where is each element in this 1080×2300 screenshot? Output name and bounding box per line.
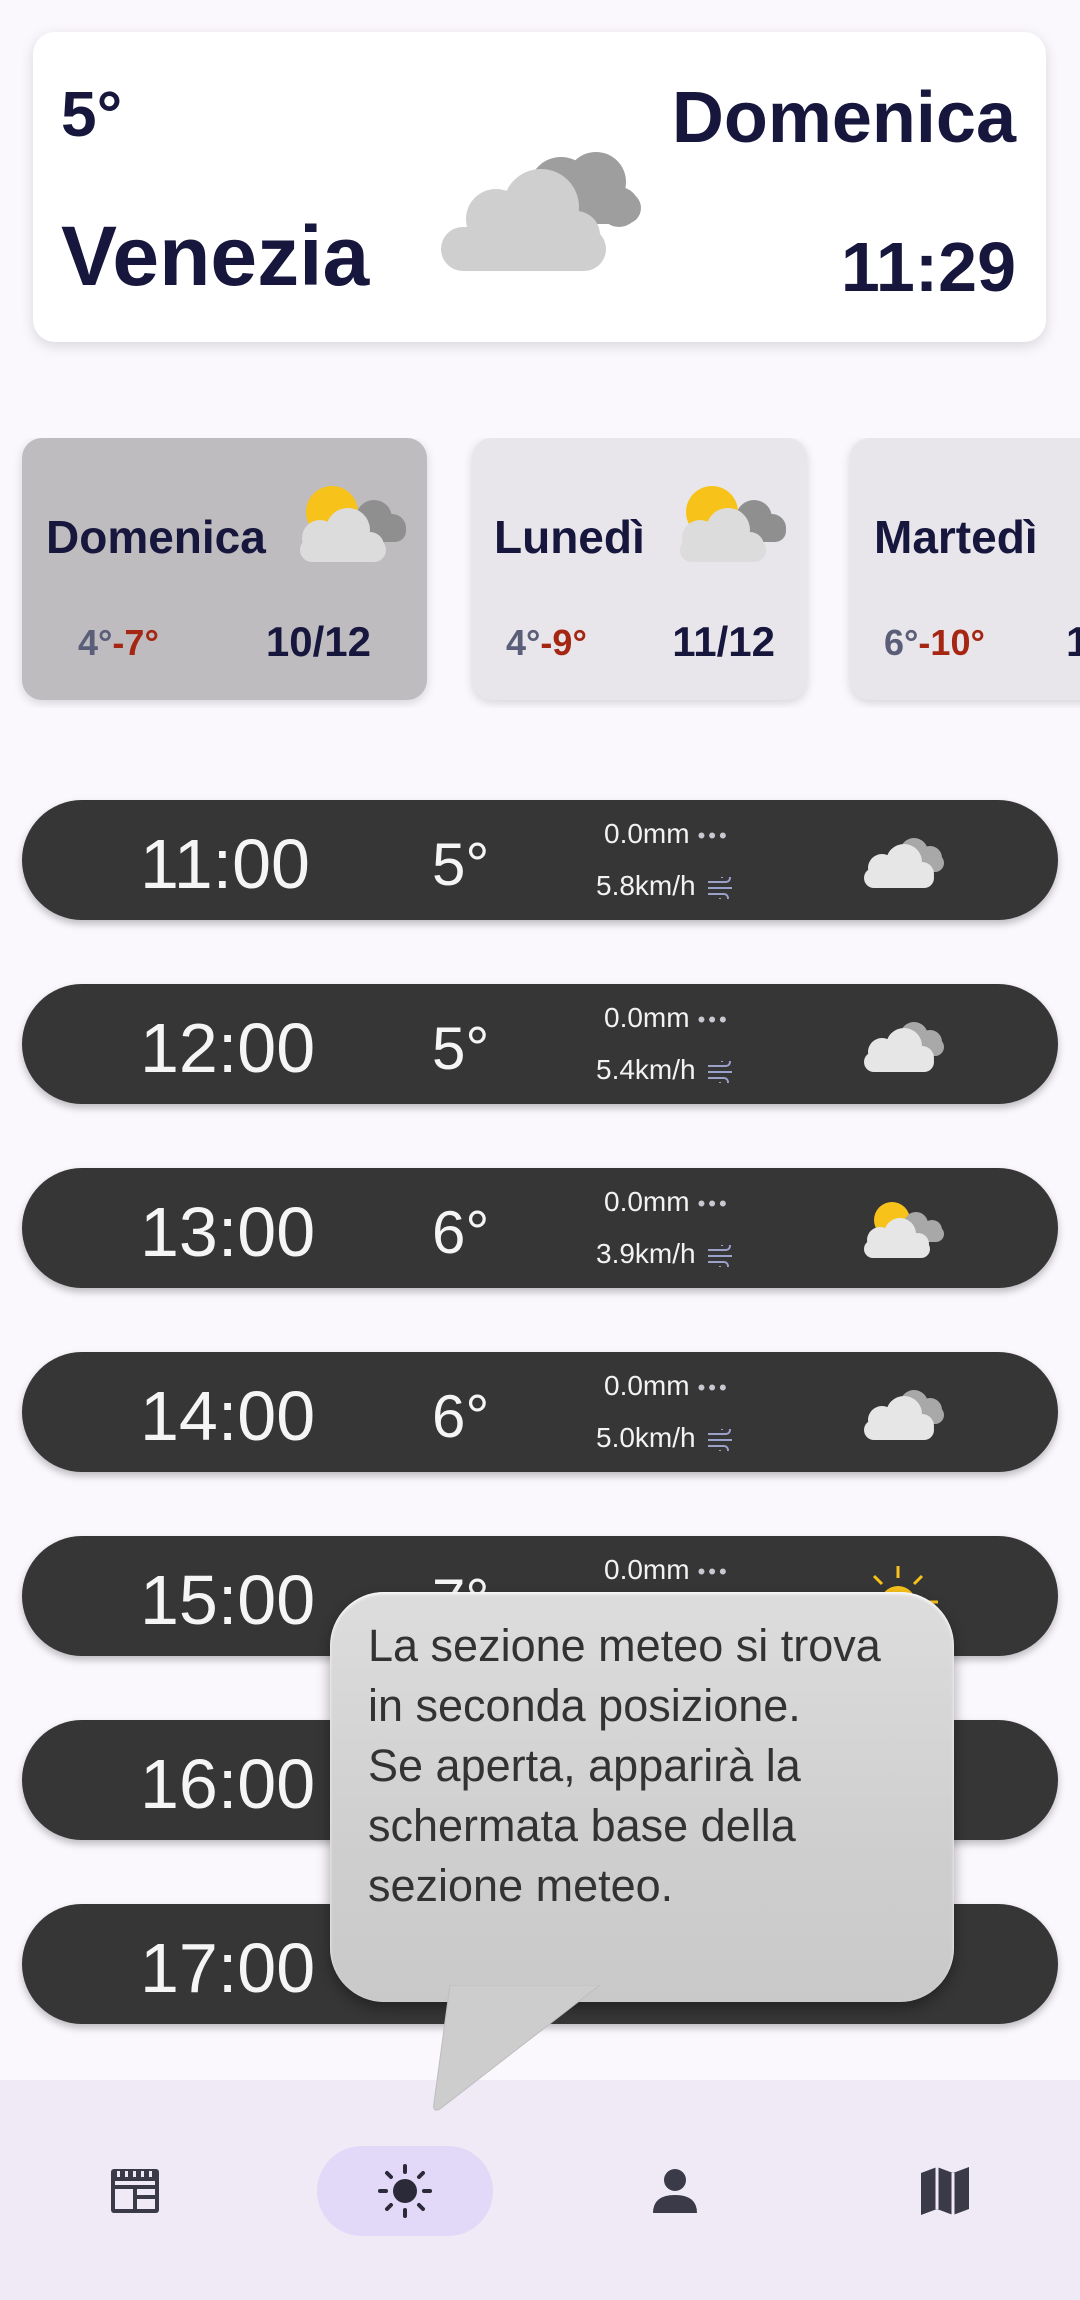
precipitation-value: 0.0mm xyxy=(604,1554,690,1585)
tooltip-line: schermata base della xyxy=(368,1800,796,1851)
hourly-row[interactable]: 14:00 6° 0.0mm ••• 5.0km/h xyxy=(22,1352,1058,1472)
day-date: 10/12 xyxy=(265,618,371,665)
cloudy-icon xyxy=(864,838,944,888)
day-date: 11/12 xyxy=(672,618,775,665)
rain-icon: ••• xyxy=(697,823,730,848)
nav-news[interactable] xyxy=(47,2146,223,2236)
hour-time: 15:00 xyxy=(140,1561,316,1639)
nav-map[interactable] xyxy=(857,2146,1033,2236)
cloudy-icon xyxy=(864,1022,944,1072)
wind-icon xyxy=(707,1244,732,1267)
range-separator: - xyxy=(540,622,553,663)
precipitation-value: 0.0mm xyxy=(604,1370,690,1401)
tooltip-tail xyxy=(433,1985,601,2111)
hour-time: 11:00 xyxy=(140,825,310,903)
wind-icon xyxy=(707,876,732,899)
day-name: Lunedì xyxy=(494,511,645,563)
hour-time: 13:00 xyxy=(140,1193,316,1271)
cloudy-icon xyxy=(441,152,641,271)
precipitation-value: 0.0mm xyxy=(604,818,690,849)
current-weather-card: 5° Venezia Domenica 11:29 xyxy=(33,32,1046,342)
day-name: Martedì xyxy=(874,511,1038,563)
day-card-0[interactable]: Domenica 4°-7° 10/12 xyxy=(22,438,427,700)
hour-time: 14:00 xyxy=(140,1377,316,1455)
person-icon xyxy=(653,2169,697,2213)
hour-precipitation: 0.0mm ••• xyxy=(604,1554,730,1586)
daily-forecast-carousel[interactable]: Domenica 4°-7° 10/12 Lunedì 4°-9° 11/12 … xyxy=(0,438,1080,708)
max-temp: 9° xyxy=(552,622,587,663)
news-icon xyxy=(111,2169,159,2213)
hour-wind: 3.9km/h xyxy=(596,1238,736,1270)
wind-icon xyxy=(707,1428,732,1451)
hour-time: 16:00 xyxy=(140,1745,316,1823)
tooltip-line: La sezione meteo si trova xyxy=(368,1620,881,1671)
day-temperature-range: 4°-7° xyxy=(78,622,159,664)
hour-time: 17:00 xyxy=(140,1929,316,2007)
rain-icon: ••• xyxy=(697,1007,730,1032)
hour-temperature: 5° xyxy=(432,1015,490,1082)
day-temperature-range: 6°-10° xyxy=(884,622,985,664)
min-temp: 4° xyxy=(78,622,113,663)
hour-precipitation: 0.0mm ••• xyxy=(604,818,730,850)
hour-precipitation: 0.0mm ••• xyxy=(604,1186,730,1218)
range-separator: - xyxy=(112,622,125,663)
wind-value: 5.4km/h xyxy=(596,1054,696,1085)
day-card-2[interactable]: Martedì 6°-10° 1 xyxy=(850,438,1080,700)
min-temp: 4° xyxy=(506,622,541,663)
hour-temperature: 5° xyxy=(432,831,490,898)
map-icon xyxy=(921,2167,969,2215)
hour-precipitation: 0.0mm ••• xyxy=(604,1370,730,1402)
tooltip-text: La sezione meteo si trova in seconda pos… xyxy=(368,1616,928,1916)
current-temperature: 5° xyxy=(61,78,123,150)
hour-wind: 5.4km/h xyxy=(596,1054,736,1086)
cloudy-icon xyxy=(864,1390,944,1440)
day-temperature-range: 4°-9° xyxy=(506,622,587,664)
tooltip-line: in seconda posizione. xyxy=(368,1680,801,1731)
current-day: Domenica xyxy=(671,78,1016,158)
hour-wind: 5.0km/h xyxy=(596,1422,736,1454)
hour-temperature: 6° xyxy=(432,1199,490,1266)
partly-cloudy-icon xyxy=(864,1202,944,1258)
tooltip-line: Se aperta, apparirà la xyxy=(368,1740,801,1791)
max-temp: 7° xyxy=(124,622,159,663)
rain-icon: ••• xyxy=(697,1559,730,1584)
wind-value: 5.0km/h xyxy=(596,1422,696,1453)
wind-value: 3.9km/h xyxy=(596,1238,696,1269)
hour-time: 12:00 xyxy=(140,1009,316,1087)
max-temp: 10° xyxy=(930,622,985,663)
range-separator: - xyxy=(918,622,931,663)
precipitation-value: 0.0mm xyxy=(604,1186,690,1217)
tooltip-line: sezione meteo. xyxy=(368,1860,674,1911)
rain-icon: ••• xyxy=(697,1191,730,1216)
nav-profile[interactable] xyxy=(587,2146,763,2236)
hour-precipitation: 0.0mm ••• xyxy=(604,1002,730,1034)
day-name: Domenica xyxy=(46,511,266,563)
current-time: 11:29 xyxy=(840,228,1016,306)
partly-cloudy-icon xyxy=(300,486,406,562)
day-date: 1 xyxy=(1066,618,1080,665)
wind-value: 5.8km/h xyxy=(596,870,696,901)
hour-wind: 5.8km/h xyxy=(596,870,736,902)
weather-sun-icon xyxy=(378,2164,432,2218)
hour-temperature: 6° xyxy=(432,1383,490,1450)
rain-icon: ••• xyxy=(697,1375,730,1400)
partly-cloudy-icon xyxy=(680,486,786,562)
hourly-row[interactable]: 12:00 5° 0.0mm ••• 5.4km/h xyxy=(22,984,1058,1104)
min-temp: 6° xyxy=(884,622,919,663)
hourly-row[interactable]: 11:00 5° 0.0mm ••• 5.8km/h xyxy=(22,800,1058,920)
city-name: Venezia xyxy=(61,209,370,303)
nav-weather[interactable] xyxy=(317,2146,493,2236)
precipitation-value: 0.0mm xyxy=(604,1002,690,1033)
wind-icon xyxy=(707,1060,732,1083)
hourly-row[interactable]: 13:00 6° 0.0mm ••• 3.9km/h xyxy=(22,1168,1058,1288)
day-card-1[interactable]: Lunedì 4°-9° 11/12 xyxy=(472,438,807,700)
tutorial-tooltip: La sezione meteo si trova in seconda pos… xyxy=(330,1592,954,2002)
